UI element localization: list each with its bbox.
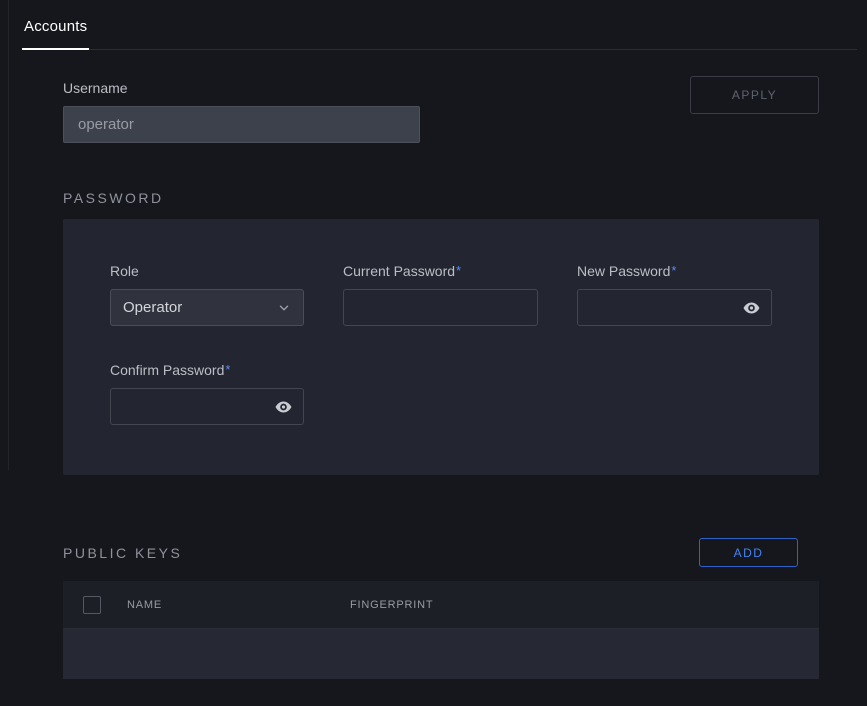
role-select-value: Operator <box>123 299 182 316</box>
confirm-password-input-wrap <box>110 388 304 425</box>
current-password-input[interactable] <box>343 289 538 326</box>
panel-spacer <box>577 362 772 425</box>
new-password-field-group: New Password* <box>577 263 772 326</box>
eye-icon[interactable] <box>274 397 293 416</box>
public-keys-table: NAME FINGERPRINT <box>63 581 819 679</box>
username-label: Username <box>63 80 420 96</box>
left-edge-divider <box>8 0 9 470</box>
current-password-input-wrap <box>343 289 538 326</box>
confirm-password-field-group: Confirm Password* <box>110 362 304 425</box>
username-field-group: Username <box>63 80 420 143</box>
username-input[interactable] <box>63 106 420 143</box>
select-all-cell <box>63 596 127 614</box>
role-field-group: Role Operator <box>110 263 304 326</box>
column-header-name: NAME <box>127 599 350 611</box>
public-keys-empty-row <box>63 629 819 679</box>
panel-spacer <box>343 362 538 425</box>
eye-icon[interactable] <box>742 298 761 317</box>
password-section-heading: PASSWORD <box>63 190 819 206</box>
public-keys-header-row: PUBLIC KEYS ADD <box>63 538 819 567</box>
required-marker: * <box>671 263 676 278</box>
tab-accounts[interactable]: Accounts <box>22 18 89 50</box>
current-password-label: Current Password* <box>343 263 538 279</box>
new-password-label: New Password* <box>577 263 772 279</box>
chevron-down-icon <box>277 301 291 315</box>
confirm-password-label: Confirm Password* <box>110 362 304 378</box>
new-password-input-wrap <box>577 289 772 326</box>
role-select[interactable]: Operator <box>110 289 304 326</box>
required-marker: * <box>456 263 461 278</box>
required-marker: * <box>225 362 230 377</box>
current-password-field-group: Current Password* <box>343 263 538 326</box>
password-panel-grid: Role Operator Current Password* <box>110 263 772 425</box>
public-keys-table-header: NAME FINGERPRINT <box>63 581 819 629</box>
password-panel: Role Operator Current Password* <box>63 219 819 475</box>
apply-button[interactable]: APPLY <box>690 76 819 114</box>
tab-bar: Accounts <box>22 0 857 50</box>
role-label: Role <box>110 263 304 279</box>
username-row: Username APPLY <box>63 80 819 143</box>
select-all-checkbox[interactable] <box>83 596 101 614</box>
column-header-fingerprint: FINGERPRINT <box>350 599 433 611</box>
public-keys-heading: PUBLIC KEYS <box>63 545 182 561</box>
add-public-key-button[interactable]: ADD <box>699 538 798 567</box>
tab-accounts-label: Accounts <box>24 18 87 35</box>
accounts-content: Username APPLY PASSWORD Role Operator <box>63 80 819 679</box>
